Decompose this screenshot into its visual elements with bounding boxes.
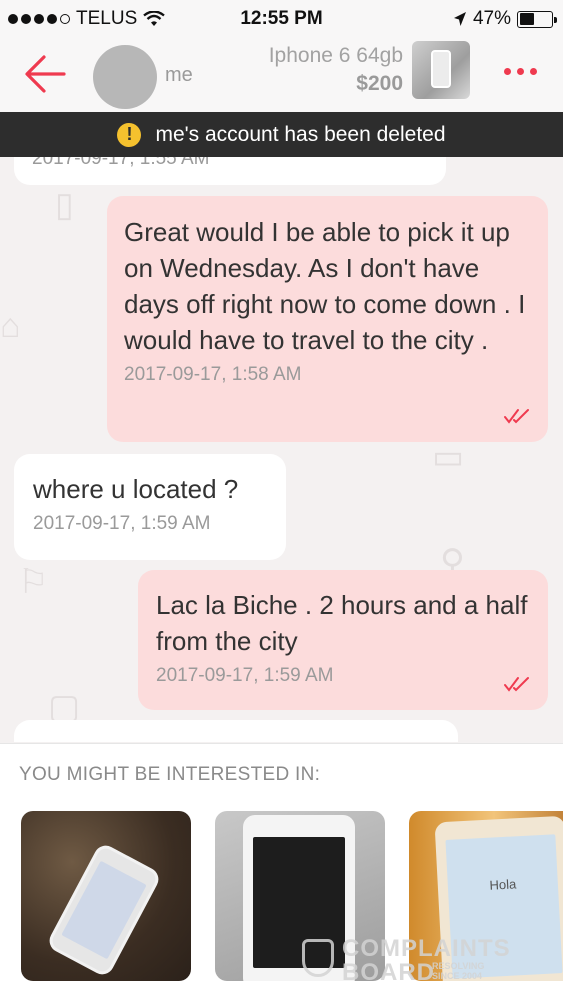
chat-header: me Iphone 6 64gb $200 [0,36,563,112]
message-text: Lac la Biche . 2 hours and a half from t… [156,590,528,656]
phone-screen [61,860,147,960]
phone-screen-text: Hola [489,876,517,893]
arrow-left-icon[interactable] [24,54,66,94]
suggestion-card[interactable] [215,811,385,981]
suggestions-title: YOU MIGHT BE INTERESTED IN: [19,764,321,785]
product-thumbnail[interactable] [412,41,470,99]
phone-image [243,815,355,981]
background-doodle-icon: ⌂ [0,307,21,345]
message-bubble-incoming[interactable]: where u located ? 2017-09-17, 1:59 AM [14,454,286,560]
suggestion-card[interactable]: Hola [409,811,563,981]
message-bubble-outgoing[interactable]: Great would I be able to pick it up on W… [107,196,548,442]
battery-percent: 47% [472,8,511,29]
avatar[interactable] [93,45,157,109]
message-text: where u located ? [33,474,239,504]
product-title[interactable]: Iphone 6 64gb [269,44,403,68]
background-doodle-icon: ▭ [432,438,465,476]
phone-screen: Hola [445,834,563,979]
message-list[interactable]: ▯ ⌂ ▭ ⚐ ⚲ ▢ 2017-09-17, 1:55 AM Great wo… [0,157,563,742]
account-deleted-banner: ! me's account has been deleted [0,112,563,157]
banner-text: me's account has been deleted [155,122,446,146]
message-text: Great would I be able to pick it up on W… [124,217,526,355]
battery-level [519,13,535,25]
status-right: 47% [453,8,557,30]
product-price[interactable]: $200 [356,72,403,96]
double-check-icon [504,409,529,424]
message-bubble-incoming[interactable]: 2017-09-17, 1:55 AM [14,157,446,185]
message-time: 2017-09-17, 1:55 AM [32,157,210,169]
suggestion-card[interactable] [21,811,191,981]
background-doodle-icon: ▯ [55,186,74,224]
phone-image: Hola [434,815,563,981]
phone-screen [253,837,345,968]
suggestions-panel: YOU MIGHT BE INTERESTED IN: Hola [0,743,563,1000]
battery-icon [517,10,557,28]
message-bubble-outgoing[interactable]: Lac la Biche . 2 hours and a half from t… [138,570,548,710]
status-bar: TELUS 12:55 PM 47% [0,0,563,36]
location-arrow-icon [453,12,466,26]
phone-icon [431,50,451,88]
message-time: 2017-09-17, 1:59 AM [33,513,211,534]
double-check-icon [504,677,529,692]
message-time: 2017-09-17, 1:58 AM [124,364,302,385]
warning-icon: ! [117,122,142,147]
chat-username[interactable]: me [165,64,193,87]
background-doodle-icon: ⚐ [18,563,49,601]
message-time: 2017-09-17, 1:59 AM [156,665,334,686]
more-dots-icon[interactable] [504,68,537,75]
phone-image [45,841,163,979]
message-bubble-incoming[interactable] [14,720,458,742]
